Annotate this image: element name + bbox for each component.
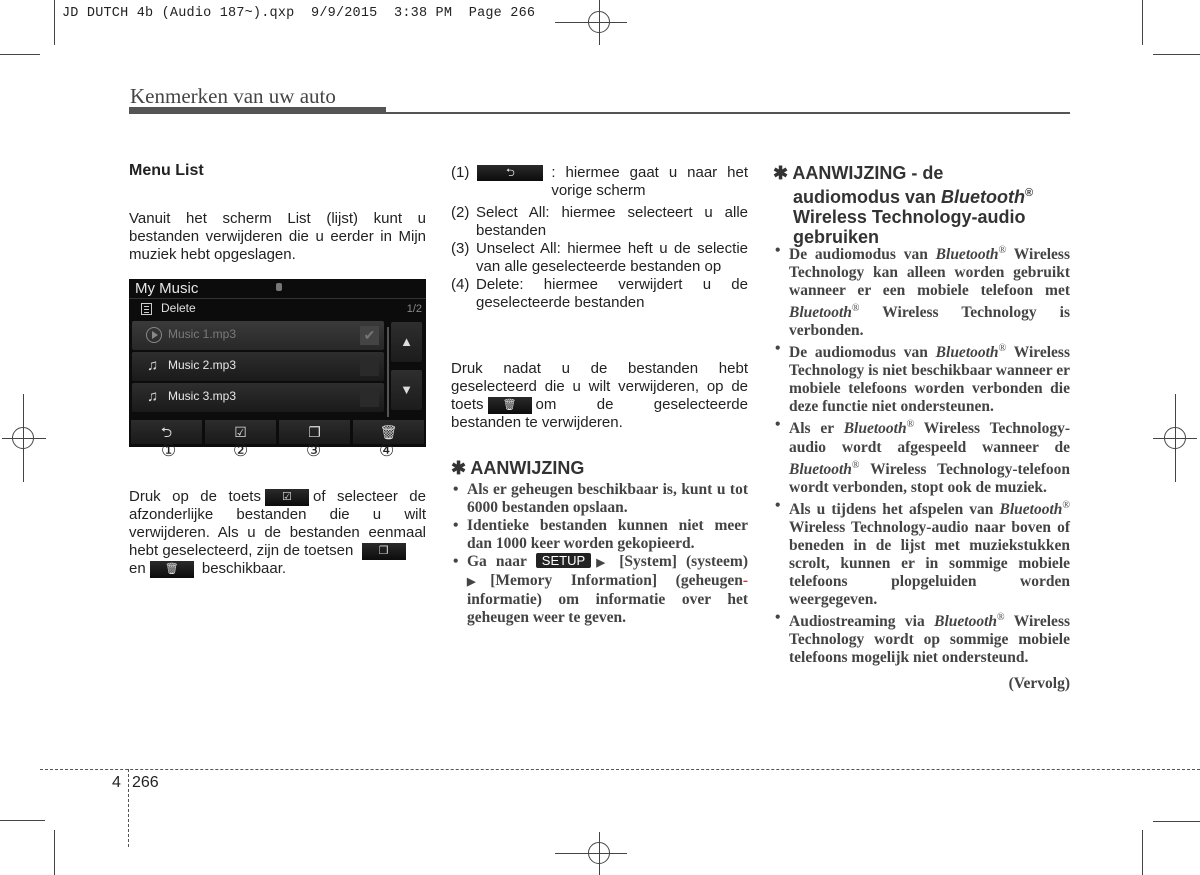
chapter-number: 4 (112, 774, 121, 791)
callout-labels: ① ② ③ ④ (129, 441, 426, 461)
footer-rule (128, 769, 129, 847)
crop-mark (1142, 830, 1143, 875)
crop-mark (1153, 821, 1200, 822)
my-music-screen: My Music Delete 1/2 Music 1.mp3 ✔ ♫ Musi… (129, 279, 426, 447)
continued-label: (Vervolg) (1008, 675, 1070, 693)
note-item: Als u tijdens het afspelen van Bluetooth… (773, 497, 1070, 609)
select-all-icon: ☑ (234, 424, 247, 440)
footer-rule (40, 769, 1200, 770)
callout-1: ① (161, 441, 177, 460)
note-item: Als er Bluetooth® Wireless Technology-au… (773, 416, 1070, 496)
registration-mark (1164, 427, 1186, 449)
definition-item: (4) Delete: hiermee verwijdert u de gese… (451, 276, 748, 311)
button-definitions: (1) ⮌ : hiermee gaat u naar het vorige s… (451, 164, 748, 312)
note-item: Identieke bestanden kunnen niet meer dan… (451, 517, 748, 553)
note-item: De audiomodus van Bluetooth® Wireless Te… (773, 242, 1070, 340)
crop-mark (1153, 54, 1200, 55)
menu-icon[interactable] (141, 303, 152, 315)
definition-item: (2) Select All: hiermee selecteert u all… (451, 204, 748, 239)
section-heading: Menu List (129, 162, 204, 179)
unselect-all-icon: ❐ (361, 542, 406, 560)
delete-instruction: Druk nadat u de bestanden hebt geselecte… (451, 360, 748, 431)
definition-item: (3) Unselect All: hiermee heft u de sele… (451, 240, 748, 275)
music-note-icon: ♫ (147, 357, 159, 374)
crop-mark (0, 820, 45, 821)
callout-3: ③ (306, 441, 322, 460)
play-circle-icon (146, 327, 162, 343)
delete-mode-label: Delete (161, 301, 196, 315)
lock-icon (276, 283, 282, 291)
page-number: 266 (132, 774, 159, 791)
crop-mark (54, 830, 55, 875)
header-rule (386, 112, 1070, 114)
scroll-up-button[interactable]: ▲ (391, 322, 422, 362)
file-name: Music 3.mp3 (168, 389, 237, 403)
definition-item: (1) ⮌ : hiermee gaat u naar het vorige s… (451, 164, 748, 199)
print-slug: JD DUTCH 4b (Audio 187~).qxp 9/9/2015 3:… (62, 6, 536, 21)
select-all-icon: ☑ (264, 488, 309, 506)
screen-title: My Music (135, 280, 199, 297)
file-row[interactable]: ♫ Music 2.mp3 (132, 352, 384, 381)
note-item: Ga naar SETUP▶ [System] (systeem) ▶[Memo… (451, 553, 748, 627)
file-row[interactable]: ♫ Music 3.mp3 (132, 383, 384, 412)
bluetooth-note-list: De audiomodus van Bluetooth® Wireless Te… (773, 242, 1070, 693)
arrow-right-icon: ▶ (467, 576, 491, 588)
callout-2: ② (233, 441, 249, 460)
trash-icon: 🗑 (379, 424, 398, 440)
divider (129, 298, 426, 299)
crop-mark (0, 54, 40, 55)
registration-mark (588, 842, 610, 864)
running-head: Kenmerken van uw auto (130, 84, 336, 108)
back-icon: ⮌ (160, 424, 173, 440)
checkbox[interactable] (360, 388, 379, 407)
note-item: De audiomodus van Bluetooth® Wireless Te… (773, 340, 1070, 416)
setup-key: SETUP (535, 553, 592, 568)
crop-mark (54, 0, 55, 45)
note-heading: ✱ AANWIJZING (451, 458, 585, 478)
arrow-right-icon: ▶ (591, 557, 611, 569)
scroll-down-button[interactable]: ▼ (391, 370, 422, 410)
scrollbar[interactable] (387, 327, 389, 417)
music-note-icon: ♫ (147, 388, 159, 405)
instruction-paragraph: Druk op de toets ☑ of selecteer de afzonde… (129, 488, 426, 578)
trash-icon: 🗑 (487, 396, 532, 414)
registration-mark (12, 427, 34, 449)
intro-paragraph: Vanuit het scherm List (lijst) kunt u be… (129, 210, 426, 263)
unselect-all-icon: ❐ (308, 424, 321, 440)
crop-mark (1142, 0, 1143, 45)
checkbox-checked[interactable]: ✔ (360, 326, 379, 345)
page-indicator: 1/2 (406, 303, 422, 315)
file-name: Music 1.mp3 (168, 327, 237, 341)
registration-mark (588, 11, 610, 33)
back-icon: ⮌ (477, 165, 544, 181)
header-rule (129, 107, 386, 114)
file-name: Music 2.mp3 (168, 358, 237, 372)
note-item: Audiostreaming via Bluetooth® Wireless T… (773, 609, 1070, 667)
note-item: Als er geheugen beschikbaar is, kunt u t… (451, 481, 748, 517)
note-list: Als er geheugen beschikbaar is, kunt u t… (451, 481, 748, 627)
trash-icon: 🗑 (149, 560, 194, 578)
callout-4: ④ (379, 441, 395, 460)
file-row[interactable]: Music 1.mp3 ✔ (132, 321, 384, 350)
bluetooth-note-heading: ✱ AANWIJZING - de audiomodus van Bluetoo… (773, 163, 1034, 247)
checkbox[interactable] (360, 357, 379, 376)
